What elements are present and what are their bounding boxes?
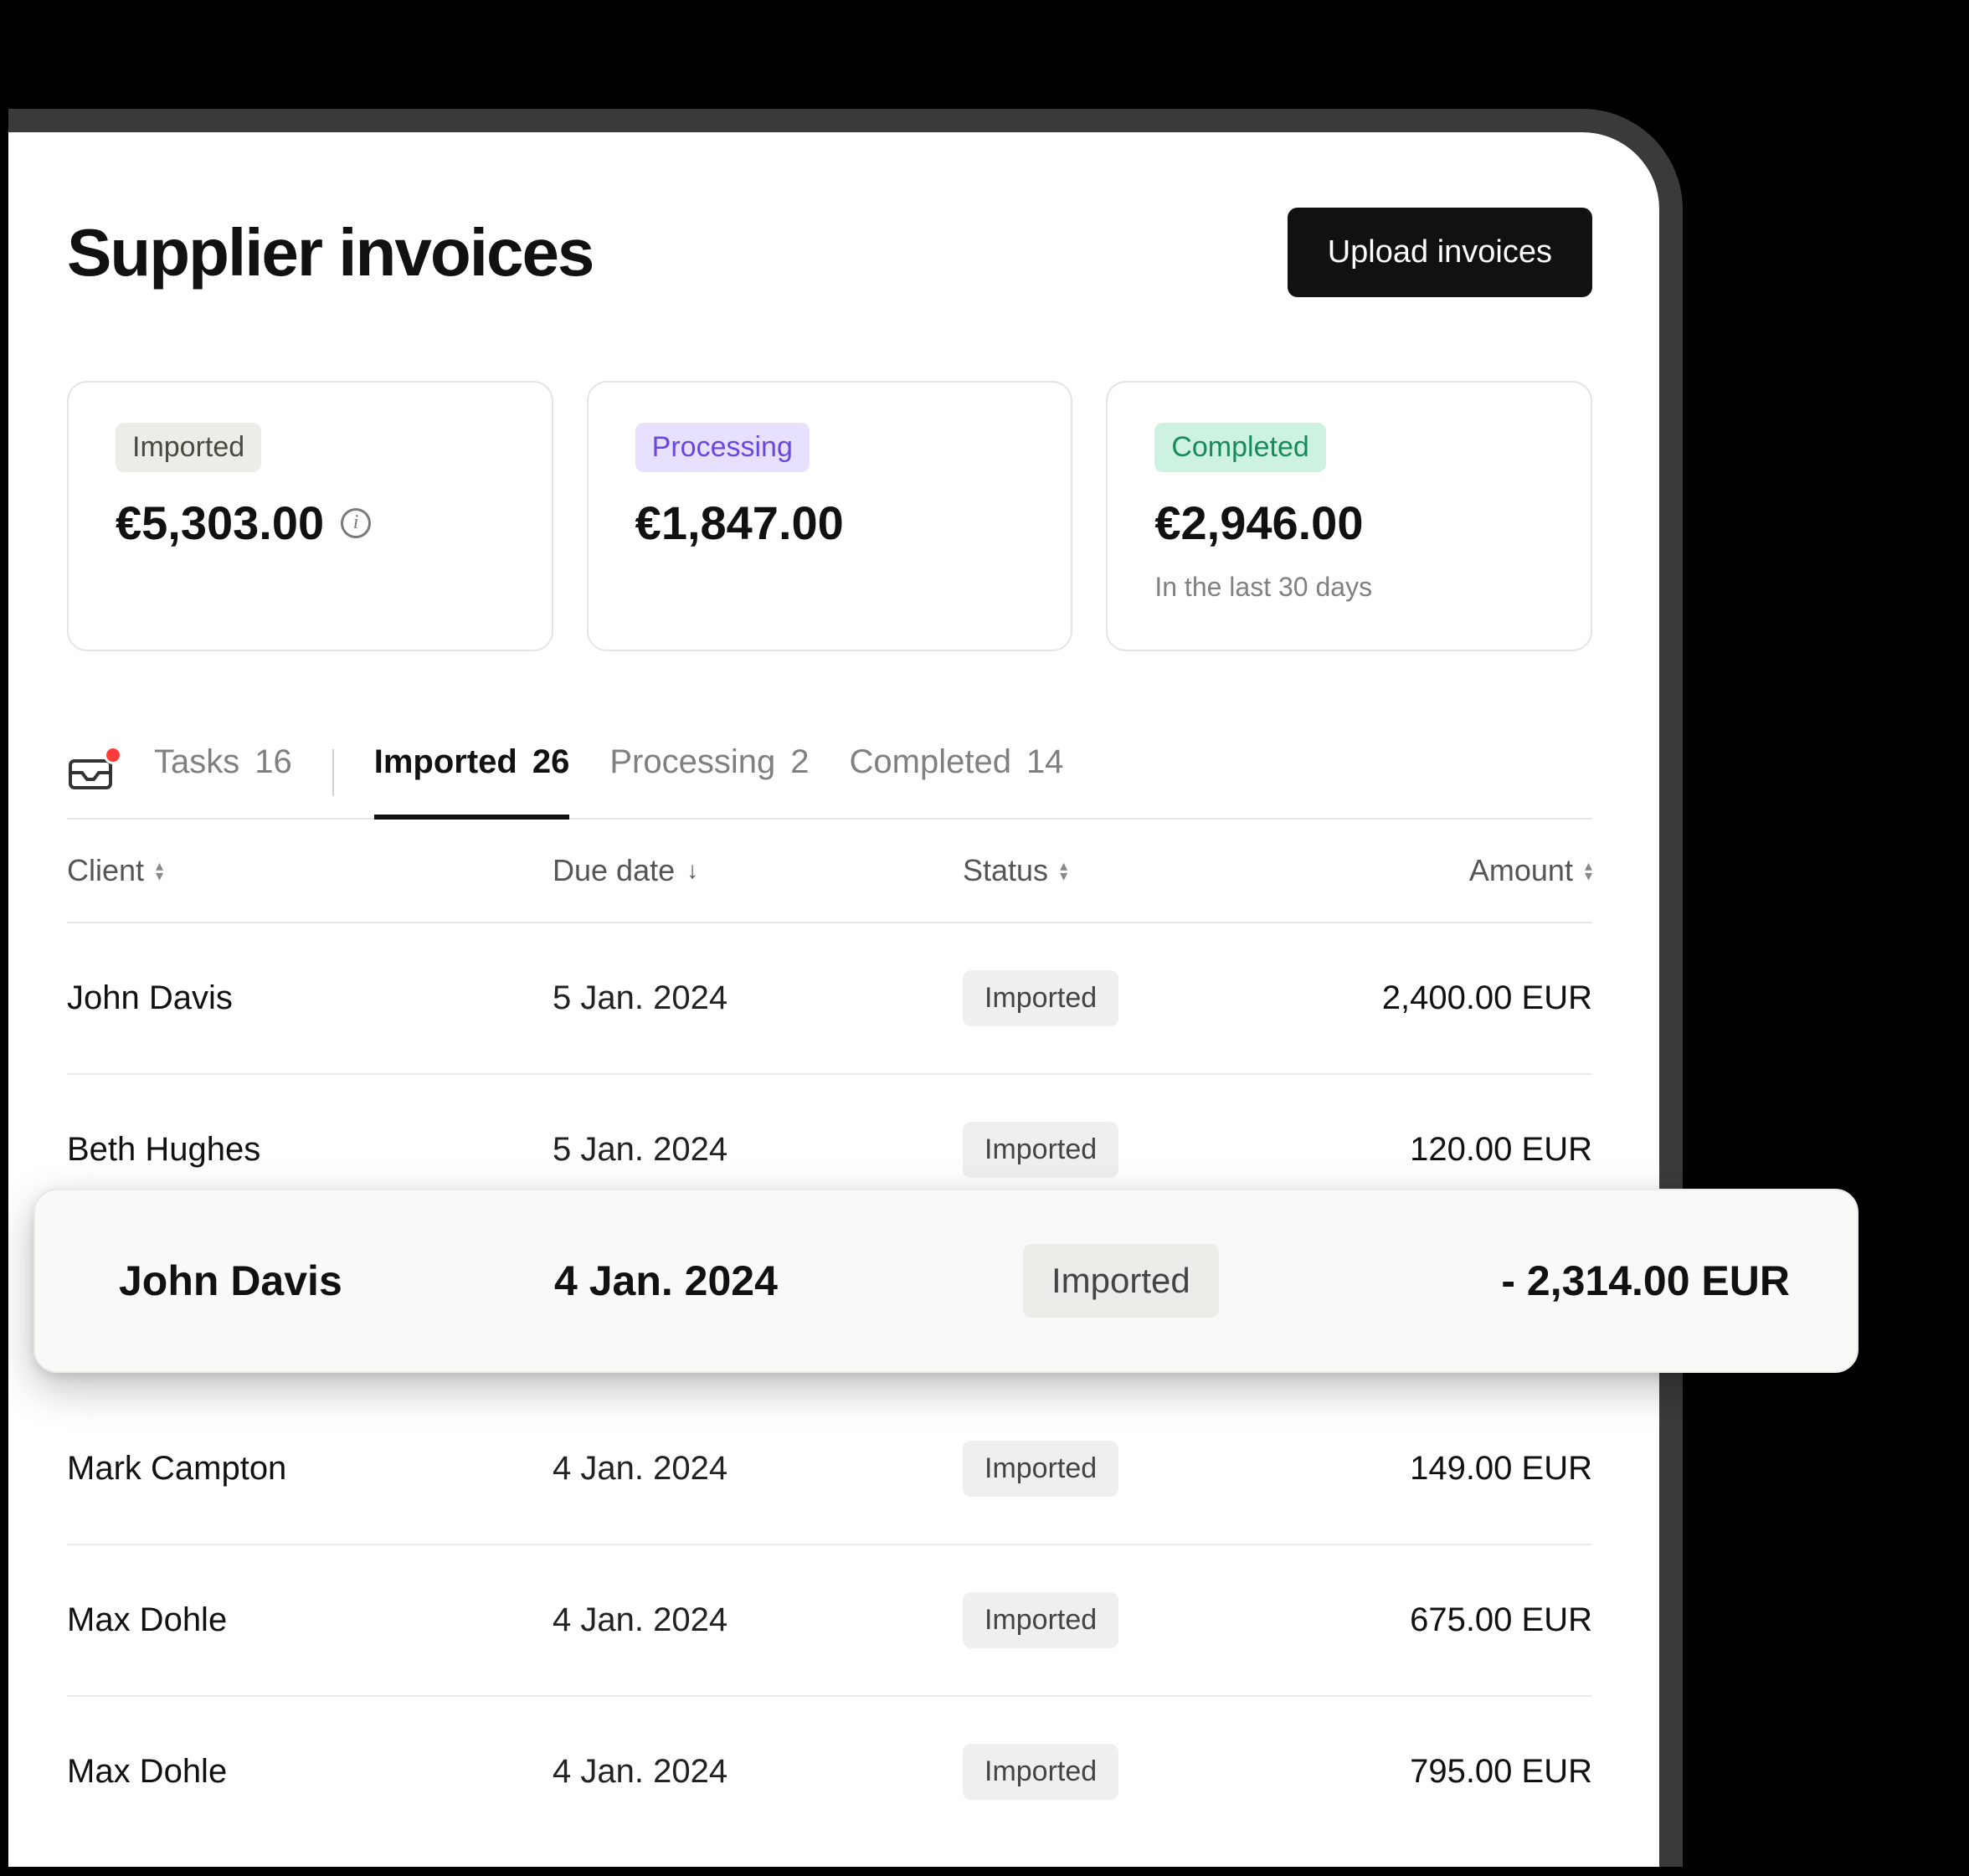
status-badge: Imported (963, 1592, 1118, 1648)
status-badge: Imported (963, 1122, 1118, 1178)
tab-imported[interactable]: Imported 26 (374, 727, 570, 820)
table-row[interactable]: John Davis 5 Jan. 2024 Imported 2,400.00… (67, 923, 1592, 1075)
cell-status: Imported (963, 970, 1281, 1026)
cell-due-date: 4 Jan. 2024 (553, 1753, 963, 1791)
column-client-label: Client (67, 853, 144, 888)
card-processing-amount: €1,847.00 (635, 496, 1025, 550)
card-completed[interactable]: Completed €2,946.00 In the last 30 days (1106, 381, 1592, 651)
cell-status: Imported (963, 1592, 1281, 1648)
upload-invoices-button[interactable]: Upload invoices (1288, 208, 1592, 297)
table-header: Client ▴▾ Due date ↓ Status ▴▾ Amount ▴▾ (67, 820, 1592, 923)
tab-tasks-label: Tasks (154, 743, 239, 781)
card-imported-amount: €5,303.00 i (116, 496, 505, 550)
badge-processing: Processing (635, 423, 810, 472)
tabs: Tasks 16 Imported 26 Processing 2 Comple… (67, 727, 1592, 820)
table-row[interactable]: Max Dohle 4 Jan. 2024 Imported 795.00 EU… (67, 1697, 1592, 1847)
tab-imported-count: 26 (532, 743, 570, 781)
tab-processing-label: Processing (609, 743, 775, 781)
highlighted-status: Imported (1023, 1244, 1358, 1318)
cell-due-date: 4 Jan. 2024 (553, 1450, 963, 1488)
processing-amount-value: €1,847.00 (635, 496, 844, 550)
sort-icon: ▴▾ (1585, 861, 1592, 880)
table-row[interactable]: Mark Campton 4 Jan. 2024 Imported 149.00… (67, 1394, 1592, 1545)
highlighted-amount: - 2,314.00 EUR (1358, 1257, 1790, 1305)
tab-completed[interactable]: Completed 14 (850, 727, 1064, 820)
card-completed-subtext: In the last 30 days (1154, 572, 1544, 603)
cell-due-date: 5 Jan. 2024 (553, 1131, 963, 1169)
page-title: Supplier invoices (67, 214, 593, 291)
cell-client: John Davis (67, 979, 553, 1017)
app-screen: Supplier invoices Upload invoices Import… (8, 141, 1651, 1867)
card-imported[interactable]: Imported €5,303.00 i (67, 381, 553, 651)
column-status-label: Status (963, 853, 1048, 888)
cell-client: Max Dohle (67, 1753, 553, 1791)
tab-processing-count: 2 (790, 743, 809, 781)
inbox-icon[interactable] (67, 754, 114, 791)
table-row[interactable]: Max Dohle 4 Jan. 2024 Imported 675.00 EU… (67, 1545, 1592, 1697)
sort-icon: ▴▾ (156, 861, 163, 880)
tab-imported-label: Imported (374, 743, 517, 781)
page-header: Supplier invoices Upload invoices (67, 208, 1592, 297)
highlighted-client: John Davis (119, 1257, 554, 1305)
cell-amount: 675.00 EUR (1281, 1601, 1592, 1639)
status-badge: Imported (1023, 1244, 1219, 1318)
highlighted-row-overlay[interactable]: John Davis 4 Jan. 2024 Imported - 2,314.… (33, 1189, 1858, 1373)
column-due-date-label: Due date (553, 853, 675, 888)
card-processing[interactable]: Processing €1,847.00 (587, 381, 1073, 651)
completed-amount-value: €2,946.00 (1154, 496, 1363, 550)
status-badge: Imported (963, 1744, 1118, 1800)
cell-due-date: 4 Jan. 2024 (553, 1601, 963, 1639)
tab-tasks-count: 16 (254, 743, 292, 781)
notification-dot-icon (104, 746, 122, 764)
column-header-due-date[interactable]: Due date ↓ (553, 853, 963, 888)
cell-client: Max Dohle (67, 1601, 553, 1639)
tab-completed-label: Completed (850, 743, 1011, 781)
tab-tasks[interactable]: Tasks 16 (154, 727, 292, 820)
tab-completed-count: 14 (1026, 743, 1064, 781)
content-area: Supplier invoices Upload invoices Import… (8, 141, 1651, 1847)
cell-status: Imported (963, 1122, 1281, 1178)
cell-amount: 149.00 EUR (1281, 1450, 1592, 1488)
device-frame: Supplier invoices Upload invoices Import… (8, 109, 1683, 1867)
table-body: John Davis 5 Jan. 2024 Imported 2,400.00… (67, 923, 1592, 1847)
highlighted-due-date: 4 Jan. 2024 (554, 1257, 1023, 1305)
cell-status: Imported (963, 1441, 1281, 1497)
cell-amount: 120.00 EUR (1281, 1131, 1592, 1169)
status-badge: Imported (963, 970, 1118, 1026)
badge-completed: Completed (1154, 423, 1325, 472)
cell-client: Mark Campton (67, 1450, 553, 1488)
card-completed-amount: €2,946.00 (1154, 496, 1544, 550)
arrow-down-icon: ↓ (686, 857, 698, 884)
tab-divider (332, 749, 334, 796)
badge-imported: Imported (116, 423, 261, 472)
column-header-amount[interactable]: Amount ▴▾ (1281, 853, 1592, 888)
column-header-status[interactable]: Status ▴▾ (963, 853, 1281, 888)
cell-amount: 2,400.00 EUR (1281, 979, 1592, 1017)
status-badge: Imported (963, 1441, 1118, 1497)
imported-amount-value: €5,303.00 (116, 496, 324, 550)
info-icon[interactable]: i (341, 508, 371, 538)
tab-processing[interactable]: Processing 2 (609, 727, 809, 820)
sort-icon: ▴▾ (1060, 861, 1067, 880)
cell-status: Imported (963, 1744, 1281, 1800)
column-amount-label: Amount (1469, 853, 1573, 888)
column-header-client[interactable]: Client ▴▾ (67, 853, 553, 888)
cell-client: Beth Hughes (67, 1131, 553, 1169)
cell-amount: 795.00 EUR (1281, 1753, 1592, 1791)
cell-due-date: 5 Jan. 2024 (553, 979, 963, 1017)
summary-cards: Imported €5,303.00 i Processing €1,847.0… (67, 381, 1592, 651)
